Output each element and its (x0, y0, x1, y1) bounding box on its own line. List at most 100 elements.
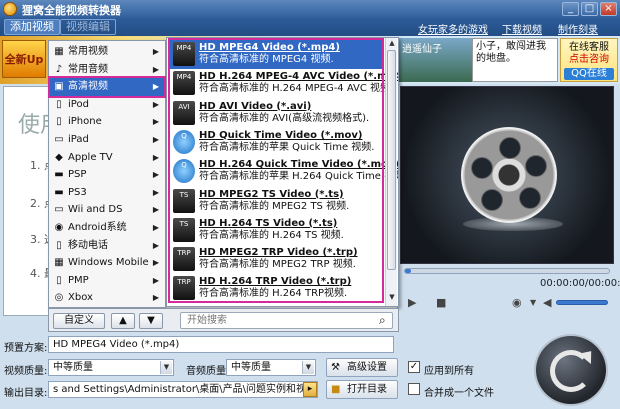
tools-icon: ⚒ (331, 362, 340, 373)
submenu-arrow-icon: ▶ (152, 64, 159, 74)
service-consult-label: 点击咨询 (569, 54, 609, 65)
submenu-arrow-icon: ▶ (152, 170, 159, 180)
minimize-icon[interactable]: _ (562, 2, 579, 16)
app-logo-icon (3, 2, 17, 16)
submenu-arrow-icon: ▶ (152, 258, 159, 268)
qq-online-badge[interactable]: QQ在线 (564, 68, 614, 80)
iphone-icon: ▯ (56, 116, 62, 128)
apple-icon: ◆ (55, 151, 63, 163)
merge-label: 合并成一个文件 (424, 388, 494, 399)
format-scrollbar[interactable]: ▲ ▼ (385, 38, 397, 306)
category-item-label: iPhone (68, 116, 102, 128)
seek-slider[interactable] (404, 268, 610, 274)
banner-promo[interactable]: 全新Up (2, 40, 46, 78)
category-item-label: iPod (68, 98, 89, 110)
video-edit-button[interactable]: 视频编辑 (60, 19, 116, 35)
video-preview (400, 86, 614, 264)
close-icon[interactable]: × (600, 2, 617, 16)
phone-icon: ▯ (56, 239, 62, 251)
stop-icon[interactable]: ■ (436, 296, 446, 309)
apply-all-checkbox[interactable]: ✓ (408, 361, 420, 373)
video-quality-value: 中等质量 (53, 362, 93, 373)
chevron-down-icon[interactable]: ▼ (530, 298, 536, 307)
online-service-button[interactable]: 在线客服 点击咨询 QQ在线 (560, 38, 618, 82)
category-item[interactable]: ▯ iPod ▶ (50, 96, 164, 114)
xbox-icon: ◎ (54, 292, 64, 304)
games-link[interactable]: 女玩家多的游戏 (418, 21, 488, 36)
category-item-label: Wii and DS (68, 204, 123, 216)
download-video-link[interactable]: 下载视频 (502, 21, 542, 36)
category-item[interactable]: ◎ Xbox ▶ (50, 289, 164, 307)
folder-icon[interactable]: ▸ (303, 382, 317, 397)
play-icon[interactable]: ▶ (408, 296, 416, 309)
submenu-arrow-icon: ▶ (152, 135, 159, 144)
custom-button[interactable]: 自定义 (53, 313, 105, 329)
category-item[interactable]: ▭ Wii and DS ▶ (50, 201, 164, 219)
search-icon[interactable]: ⌕ (379, 313, 386, 328)
category-item-label: Android系统 (68, 222, 127, 233)
submenu-arrow-icon: ▶ (152, 47, 159, 56)
time-readout: 00:00:00/00:00:00 (540, 278, 620, 289)
open-dir-button[interactable]: ■ 打开目录 (326, 380, 398, 399)
category-item[interactable]: ♪ 常用音频 ▶ (50, 61, 164, 79)
audio-quality-label: 音频质量: (186, 366, 230, 377)
category-item-label: 移动电话 (68, 239, 108, 251)
maximize-icon[interactable]: □ (581, 2, 598, 16)
category-item[interactable]: ▯ 移动电话 ▶ (50, 237, 164, 255)
submenu-arrow-icon: ▶ (152, 117, 159, 127)
category-menu: ▦ 常用视频 ▶ ♪ 常用音频 ▶ ▣ 高清视频 ▶ ▯ iPod ▶ ▯ iPhone ▶ ▭ iPad ▶ ◆ A… (48, 40, 166, 308)
music-icon: ♪ (55, 63, 63, 75)
video-quality-select[interactable]: 中等质量 ▼ (48, 359, 174, 376)
output-dir-field[interactable]: s and Settings\Administrator\桌面\产品\问题实例和… (48, 381, 318, 398)
audio-quality-select[interactable]: 中等质量 ▼ (226, 359, 316, 376)
category-item[interactable]: ▦ Windows Mobile ▶ (50, 254, 164, 272)
banner-game[interactable]: 逍遥仙子 (398, 38, 472, 82)
preset-label: 预置方案: (4, 343, 48, 354)
category-item[interactable]: ◉ Android系统 ▶ (50, 219, 164, 237)
submenu-arrow-icon: ▶ (152, 275, 159, 285)
category-item-label: PSP (68, 169, 87, 181)
preset-select[interactable]: HD MPEG4 Video (*.mp4) (48, 336, 394, 353)
scroll-up-icon[interactable]: ▲ (387, 39, 397, 49)
category-item[interactable]: ▯ PMP ▶ (50, 272, 164, 290)
ipad-icon: ▭ (54, 134, 64, 145)
category-item[interactable]: ▣ 高清视频 ▶ (48, 76, 166, 99)
chevron-down-icon: ▼ (160, 361, 172, 374)
hd-icon: ▣ (54, 81, 64, 93)
category-item[interactable]: ▭ iPad ▶ (50, 131, 164, 149)
pmp-icon: ▯ (56, 274, 62, 286)
category-item[interactable]: ▦ 常用视频 ▶ (50, 43, 164, 61)
submenu-arrow-icon: ▶ (152, 82, 159, 92)
submenu-arrow-icon: ▶ (152, 293, 159, 303)
merge-checkbox[interactable] (408, 383, 420, 395)
android-icon: ◉ (54, 222, 64, 233)
category-item[interactable]: ▯ iPhone ▶ (50, 113, 164, 131)
category-item-label: PMP (68, 274, 89, 286)
add-video-button[interactable]: 添加视频 (4, 19, 60, 35)
category-item-label: Windows Mobile (68, 257, 149, 269)
category-item[interactable]: ◆ Apple TV ▶ (50, 149, 164, 167)
volume-icon[interactable]: ◀ (543, 296, 551, 309)
move-down-button[interactable]: ▼ (139, 313, 163, 329)
format-search-input[interactable] (180, 312, 393, 329)
snapshot-icon[interactable]: ◉ (512, 296, 522, 309)
chevron-down-icon: ▼ (302, 361, 314, 374)
volume-slider[interactable] (556, 300, 609, 305)
category-item[interactable]: ▬ PS3 ▶ (50, 184, 164, 202)
submenu-arrow-icon: ▶ (152, 223, 159, 232)
category-item-label: 常用视频 (68, 46, 108, 57)
banner-bubble: 小子，敢闯进我的地盘。 (472, 38, 558, 82)
move-up-button[interactable]: ▲ (111, 313, 135, 329)
open-dir-label: 打开目录 (347, 384, 387, 395)
video-quality-label: 视频质量: (4, 366, 48, 377)
film-reel-icon (461, 127, 557, 223)
submenu-arrow-icon: ▶ (152, 187, 159, 197)
category-item[interactable]: ▬ PSP ▶ (50, 166, 164, 184)
category-item-label: Xbox (68, 292, 93, 304)
apply-all-label: 应用到所有 (424, 366, 474, 377)
advanced-settings-button[interactable]: ⚒ 高级设置 (326, 358, 398, 377)
scroll-thumb[interactable] (387, 50, 396, 270)
convert-button[interactable] (534, 334, 608, 406)
scroll-down-icon[interactable]: ▼ (387, 293, 397, 303)
category-item-label: PS3 (68, 186, 87, 198)
